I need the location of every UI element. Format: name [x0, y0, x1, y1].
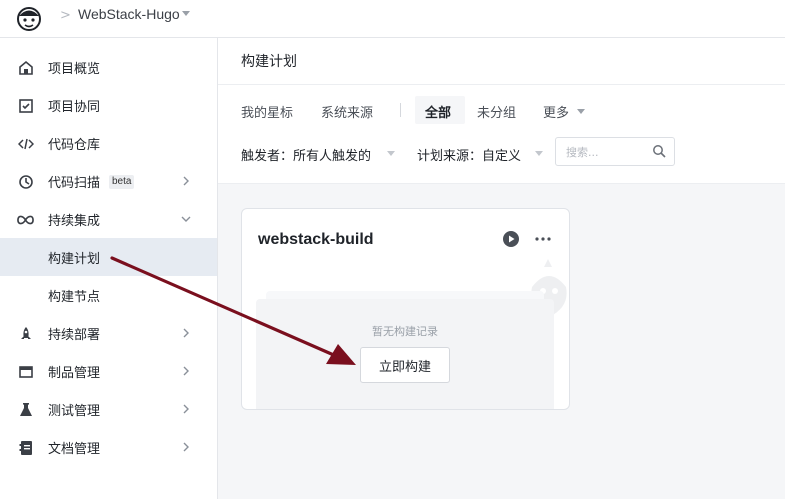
- sidebar-item-label: 测试管理: [48, 404, 101, 419]
- sidebar-item-overview[interactable]: 项目概览: [0, 48, 217, 86]
- header-divider: [218, 84, 785, 85]
- tab-starred[interactable]: 我的星标: [241, 102, 293, 121]
- chevron-right-icon: [183, 366, 189, 376]
- code-icon: [17, 135, 34, 152]
- search-icon[interactable]: [652, 144, 666, 158]
- more-options-icon[interactable]: [534, 231, 552, 247]
- chevron-right-icon: [183, 176, 189, 186]
- sidebar-item-ci[interactable]: 持续集成: [0, 200, 217, 238]
- play-icon[interactable]: [502, 230, 520, 248]
- chevron-down-icon: [181, 216, 191, 222]
- tab-more[interactable]: 更多: [543, 102, 569, 121]
- scan-icon: [17, 173, 34, 190]
- sidebar-item-cd[interactable]: 持续部署: [0, 314, 217, 352]
- sidebar-item-artifacts[interactable]: 制品管理: [0, 352, 217, 390]
- chevron-right-icon: [183, 328, 189, 338]
- page-title: 构建计划: [241, 54, 297, 70]
- build-plan-card[interactable]: webstack-build 暂无构建记录 立即构建: [241, 208, 570, 410]
- home-icon: [17, 59, 34, 76]
- sidebar-item-label: 项目协同: [48, 100, 101, 115]
- sidebar: 项目概览 项目协同 代码仓库 代码扫描 beta 持续集成 构建计划 构建节点: [0, 38, 218, 499]
- source-filter[interactable]: 计划来源：自定义: [417, 145, 521, 164]
- trigger-filter[interactable]: 触发者：所有人触发的: [241, 145, 371, 164]
- caret-down-icon[interactable]: [387, 151, 395, 156]
- top-bar: > WebStack-Hugo: [0, 0, 785, 38]
- caret-down-icon[interactable]: [182, 11, 190, 16]
- search-input[interactable]: 搜索...: [555, 137, 675, 166]
- breadcrumb-separator: >: [60, 8, 71, 23]
- flask-icon: [17, 401, 34, 418]
- sidebar-item-build-nodes[interactable]: 构建节点: [0, 276, 217, 314]
- build-now-button[interactable]: 立即构建: [360, 347, 450, 383]
- sidebar-item-docs[interactable]: 文档管理: [0, 428, 217, 466]
- infinity-icon: [17, 211, 34, 228]
- sidebar-item-label: 文档管理: [48, 442, 101, 457]
- sidebar-item-build-plan[interactable]: 构建计划: [0, 238, 217, 276]
- caret-down-icon[interactable]: [535, 151, 543, 156]
- sidebar-item-label: 持续部署: [48, 328, 101, 343]
- main-content: 构建计划 我的星标 系统来源 全部 未分组 更多 触发者：所有人触发的 计划来源…: [218, 38, 785, 499]
- tab-all[interactable]: 全部: [425, 102, 451, 121]
- chevron-right-icon: [183, 442, 189, 452]
- sidebar-item-collaboration[interactable]: 项目协同: [0, 86, 217, 124]
- tab-ungrouped[interactable]: 未分组: [477, 102, 516, 121]
- caret-down-icon[interactable]: [577, 109, 585, 114]
- sidebar-item-label: 制品管理: [48, 366, 101, 381]
- package-icon: [17, 363, 34, 380]
- logo-icon[interactable]: [14, 3, 44, 33]
- sidebar-item-label: 构建节点: [48, 290, 101, 305]
- sidebar-item-label: 代码扫描: [48, 176, 101, 191]
- project-selector[interactable]: WebStack-Hugo: [78, 6, 180, 22]
- page-header: 构建计划 我的星标 系统来源 全部 未分组 更多 触发者：所有人触发的 计划来源…: [218, 38, 785, 184]
- sidebar-item-label: 持续集成: [48, 214, 101, 229]
- tab-system-source[interactable]: 系统来源: [321, 102, 373, 121]
- search-placeholder: 搜索...: [566, 146, 599, 159]
- sidebar-item-label: 代码仓库: [48, 138, 101, 153]
- sidebar-item-testing[interactable]: 测试管理: [0, 390, 217, 428]
- sidebar-item-label: 项目概览: [48, 62, 101, 77]
- empty-state: 暂无构建记录 立即构建: [256, 299, 554, 409]
- beta-badge: beta: [109, 175, 135, 189]
- sidebar-item-code-scan[interactable]: 代码扫描 beta: [0, 162, 217, 200]
- tab-divider: [400, 103, 401, 117]
- document-icon: [17, 439, 34, 456]
- sidebar-item-repository[interactable]: 代码仓库: [0, 124, 217, 162]
- empty-state-text: 暂无构建记录: [372, 325, 438, 338]
- sidebar-item-label: 构建计划: [48, 252, 101, 267]
- checkbox-icon: [17, 97, 34, 114]
- card-title[interactable]: webstack-build: [258, 231, 374, 249]
- chevron-right-icon: [183, 404, 189, 414]
- rocket-icon: [17, 325, 34, 342]
